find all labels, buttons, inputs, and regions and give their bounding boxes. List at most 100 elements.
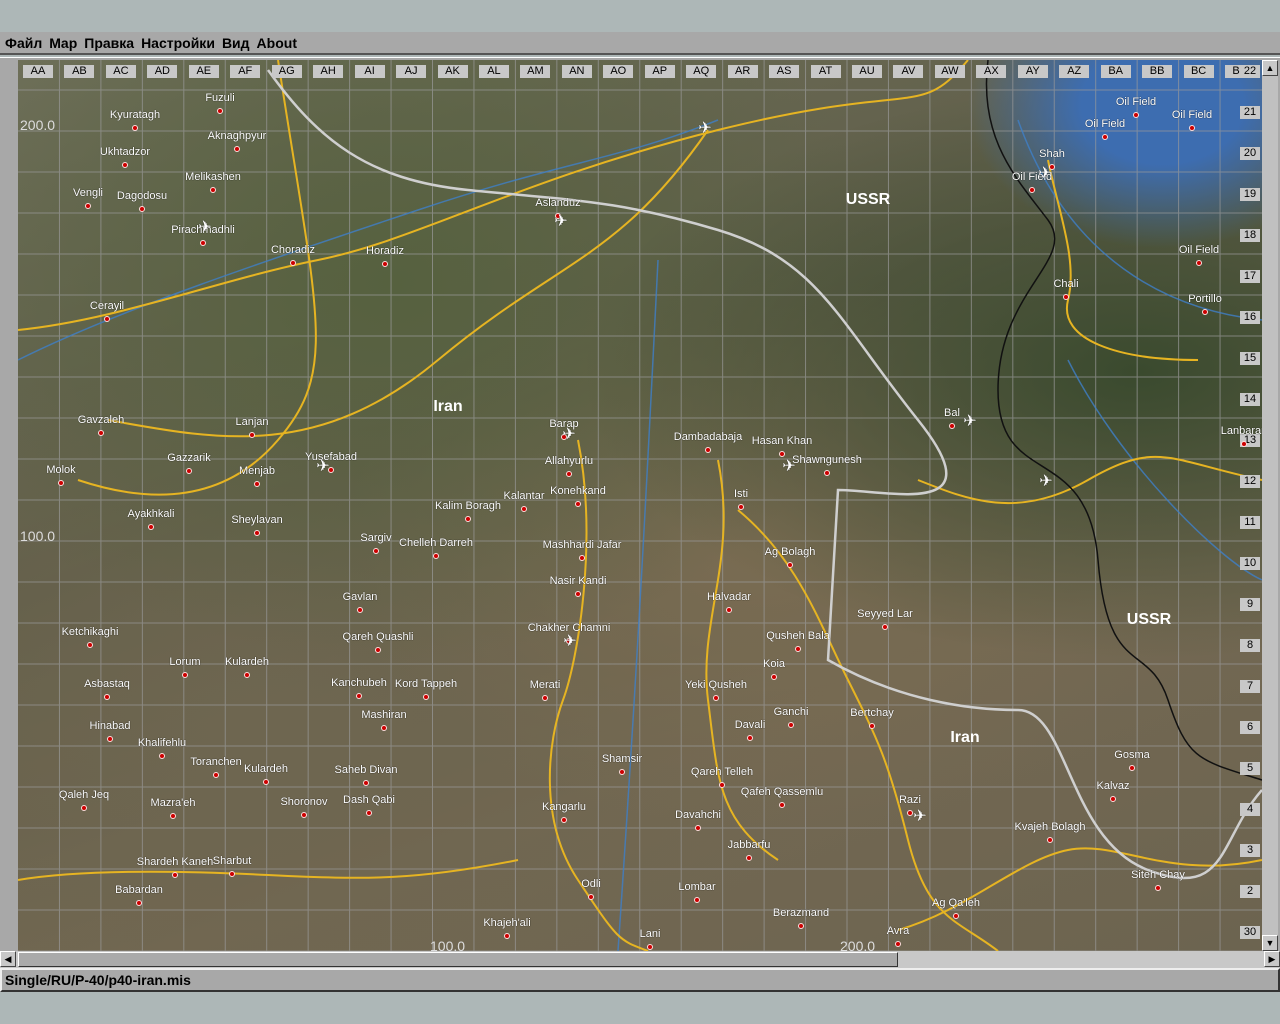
town-marker[interactable]	[200, 240, 206, 246]
town-marker[interactable]	[713, 695, 719, 701]
airfield-plane-icon[interactable]: ✈	[1039, 471, 1052, 491]
town-marker[interactable]	[895, 941, 901, 947]
town-marker[interactable]	[1241, 441, 1247, 447]
town-marker[interactable]	[104, 316, 110, 322]
town-marker[interactable]	[1129, 765, 1135, 771]
airfield-plane-icon[interactable]: ✈	[1038, 163, 1051, 183]
town-marker[interactable]	[290, 260, 296, 266]
town-marker[interactable]	[217, 108, 223, 114]
town-marker[interactable]	[575, 591, 581, 597]
town-marker[interactable]	[1202, 309, 1208, 315]
town-marker[interactable]	[746, 855, 752, 861]
town-marker[interactable]	[249, 432, 255, 438]
town-marker[interactable]	[58, 480, 64, 486]
town-marker[interactable]	[98, 430, 104, 436]
town-marker[interactable]	[561, 817, 567, 823]
town-marker[interactable]	[107, 736, 113, 742]
menu-item[interactable]: Настройки	[141, 35, 215, 51]
town-marker[interactable]	[719, 782, 725, 788]
town-marker[interactable]	[234, 146, 240, 152]
menu-item[interactable]: Правка	[84, 35, 134, 51]
town-marker[interactable]	[254, 481, 260, 487]
town-marker[interactable]	[779, 802, 785, 808]
town-marker[interactable]	[433, 553, 439, 559]
town-marker[interactable]	[619, 769, 625, 775]
menu-item[interactable]: Файл	[5, 35, 42, 51]
town-marker[interactable]	[824, 470, 830, 476]
town-marker[interactable]	[357, 607, 363, 613]
menu-item[interactable]: Вид	[222, 35, 250, 51]
town-marker[interactable]	[373, 548, 379, 554]
town-marker[interactable]	[575, 501, 581, 507]
town-marker[interactable]	[210, 187, 216, 193]
town-marker[interactable]	[423, 694, 429, 700]
town-marker[interactable]	[787, 562, 793, 568]
town-marker[interactable]	[788, 722, 794, 728]
town-marker[interactable]	[139, 206, 145, 212]
town-marker[interactable]	[953, 913, 959, 919]
airfield-plane-icon[interactable]: ✈	[782, 456, 795, 476]
airfield-plane-icon[interactable]: ✈	[913, 806, 926, 826]
vertical-scrollbar[interactable]: ▲ ▼	[1262, 60, 1278, 951]
town-marker[interactable]	[795, 646, 801, 652]
town-marker[interactable]	[907, 810, 913, 816]
town-marker[interactable]	[542, 695, 548, 701]
town-marker[interactable]	[122, 162, 128, 168]
menu-item[interactable]: About	[257, 35, 297, 51]
town-marker[interactable]	[366, 810, 372, 816]
town-marker[interactable]	[148, 524, 154, 530]
town-marker[interactable]	[869, 723, 875, 729]
horizontal-scroll-thumb[interactable]	[18, 952, 898, 967]
town-marker[interactable]	[85, 203, 91, 209]
town-marker[interactable]	[771, 674, 777, 680]
town-marker[interactable]	[229, 871, 235, 877]
town-marker[interactable]	[465, 516, 471, 522]
town-marker[interactable]	[695, 825, 701, 831]
town-marker[interactable]	[104, 694, 110, 700]
town-marker[interactable]	[301, 812, 307, 818]
town-marker[interactable]	[882, 624, 888, 630]
town-marker[interactable]	[363, 780, 369, 786]
town-marker[interactable]	[1133, 112, 1139, 118]
town-marker[interactable]	[170, 813, 176, 819]
town-marker[interactable]	[382, 261, 388, 267]
town-marker[interactable]	[213, 772, 219, 778]
town-marker[interactable]	[244, 672, 250, 678]
menu-item[interactable]: Map	[49, 35, 77, 51]
scroll-up-button[interactable]: ▲	[1262, 60, 1278, 76]
town-marker[interactable]	[136, 900, 142, 906]
town-marker[interactable]	[798, 923, 804, 929]
town-marker[interactable]	[375, 647, 381, 653]
town-marker[interactable]	[182, 672, 188, 678]
town-marker[interactable]	[521, 506, 527, 512]
town-marker[interactable]	[738, 504, 744, 510]
town-marker[interactable]	[81, 805, 87, 811]
airfield-plane-icon[interactable]: ✈	[562, 424, 575, 444]
town-marker[interactable]	[1110, 796, 1116, 802]
airfield-plane-icon[interactable]: ✈	[316, 456, 329, 476]
horizontal-scrollbar[interactable]: ◀ ▶	[0, 951, 1280, 968]
town-marker[interactable]	[172, 872, 178, 878]
airfield-plane-icon[interactable]: ✈	[698, 118, 711, 138]
town-marker[interactable]	[504, 933, 510, 939]
scroll-right-button[interactable]: ▶	[1264, 951, 1280, 967]
town-marker[interactable]	[588, 894, 594, 900]
town-marker[interactable]	[747, 735, 753, 741]
town-marker[interactable]	[186, 468, 192, 474]
town-marker[interactable]	[263, 779, 269, 785]
airfield-plane-icon[interactable]: ✈	[554, 211, 567, 231]
town-marker[interactable]	[1063, 294, 1069, 300]
map-canvas[interactable]: AA AB AC AD AE AF AG AH AI AJ AK AL AM AN AO AP AQ AR AS AT…	[18, 60, 1262, 951]
town-marker[interactable]	[132, 125, 138, 131]
town-marker[interactable]	[356, 693, 362, 699]
town-marker[interactable]	[1155, 885, 1161, 891]
town-marker[interactable]	[579, 555, 585, 561]
town-marker[interactable]	[726, 607, 732, 613]
town-marker[interactable]	[1102, 134, 1108, 140]
town-marker[interactable]	[1029, 187, 1035, 193]
town-marker[interactable]	[381, 725, 387, 731]
town-marker[interactable]	[647, 944, 653, 950]
town-marker[interactable]	[254, 530, 260, 536]
airfield-plane-icon[interactable]: ✈	[563, 631, 576, 651]
town-marker[interactable]	[1189, 125, 1195, 131]
